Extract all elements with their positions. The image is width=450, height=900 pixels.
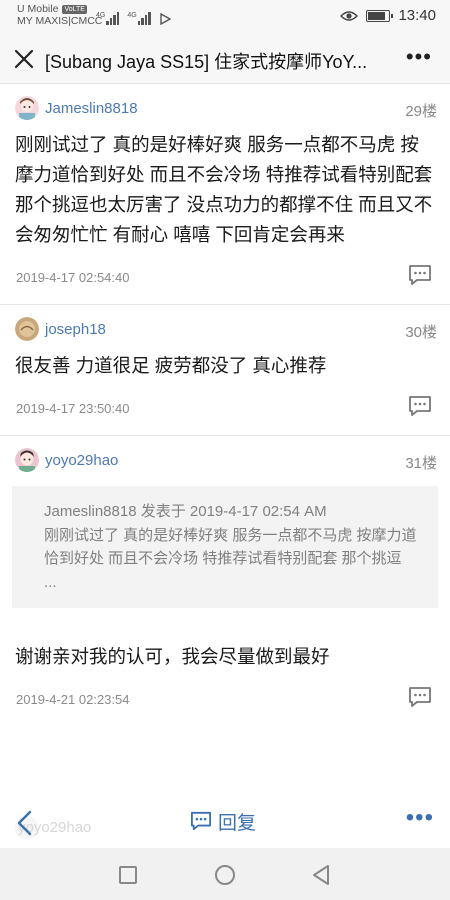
post-username[interactable]: yoyo29hao <box>45 452 118 469</box>
reply-icon <box>191 811 211 831</box>
floor-number: 30楼 <box>405 324 437 341</box>
clock: 13:40 <box>398 7 436 24</box>
post-timestamp: 2019-4-17 02:54:40 <box>16 270 130 285</box>
post-timestamp: 2019-4-21 02:23:54 <box>16 692 130 707</box>
quoted-post[interactable]: Jameslin8818 发表于 2019-4-17 02:54 AM 刚刚试过… <box>12 486 438 608</box>
network-1-label: 4G <box>96 12 106 19</box>
quote-text: 刚刚试过了 真的是好棒好爽 服务一点都不马虎 按摩力道恰到好处 而且不会冷场 特… <box>44 526 417 591</box>
bottom-action-bar: yoyo29hao 回复 ••• <box>0 800 450 848</box>
quote-header: Jameslin8818 发表于 2019-4-17 02:54 AM <box>44 503 327 520</box>
reply-button[interactable]: 回复 <box>190 806 256 836</box>
battery-icon <box>366 9 394 22</box>
carrier-2: MY MAXIS|CMCC <box>17 15 103 27</box>
system-nav-bar <box>0 848 450 900</box>
post-item: yoyo29hao 31楼 Jameslin8818 发表于 2019-4-17… <box>0 436 450 726</box>
play-notification-icon <box>159 13 171 25</box>
comment-icon[interactable] <box>408 395 432 417</box>
post-content: 很友善 力道很足 疲劳都没了 真心推荐 <box>15 355 327 376</box>
more-actions-button[interactable]: ••• <box>406 806 434 830</box>
signal-icon <box>106 11 120 25</box>
status-bar: U Mobile VoLTE MY MAXIS|CMCC 4G 4G 13:40 <box>0 0 450 34</box>
recent-apps-icon[interactable] <box>119 866 137 884</box>
carrier-1: U Mobile <box>17 3 59 15</box>
post-timestamp: 2019-4-17 23:50:40 <box>16 401 130 416</box>
avatar[interactable] <box>15 448 39 472</box>
post-item: joseph18 30楼 很友善 力道很足 疲劳都没了 真心推荐 2019-4-… <box>0 305 450 436</box>
volte-badge: VoLTE <box>62 4 87 14</box>
post-content: 刚刚试过了 真的是好棒好爽 服务一点都不马虎 按摩力道恰到好处 而且不会冷场 特… <box>15 134 433 245</box>
system-back-icon[interactable] <box>311 864 331 886</box>
post-item: Jameslin8818 29楼 刚刚试过了 真的是好棒好爽 服务一点都不马虎 … <box>0 84 450 305</box>
signal-icon <box>137 11 151 25</box>
more-options-button[interactable]: ••• <box>406 46 432 68</box>
page-title: [Subang Jaya SS15] 住家式按摩师YoY... <box>45 52 368 72</box>
title-bar: [Subang Jaya SS15] 住家式按摩师YoY... ••• <box>0 34 450 84</box>
floor-number: 31楼 <box>405 455 437 472</box>
comment-icon[interactable] <box>408 686 432 708</box>
post-username[interactable]: Jameslin8818 <box>45 100 138 117</box>
close-icon[interactable] <box>10 45 38 73</box>
comment-icon[interactable] <box>408 264 432 286</box>
back-arrow-icon[interactable] <box>14 809 36 837</box>
post-username[interactable]: joseph18 <box>45 321 106 338</box>
floor-number: 29楼 <box>405 103 437 120</box>
eye-comfort-icon <box>340 10 359 21</box>
reply-label: 回复 <box>218 812 257 834</box>
signal-icons: 4G 4G <box>96 7 171 25</box>
avatar[interactable] <box>15 96 39 120</box>
network-2-label: 4G <box>127 12 137 19</box>
avatar[interactable] <box>15 317 39 341</box>
post-list: Jameslin8818 29楼 刚刚试过了 真的是好棒好爽 服务一点都不马虎 … <box>0 84 450 800</box>
post-content: 谢谢亲对我的认可，我会尽量做到最好 <box>15 646 330 667</box>
home-icon[interactable] <box>215 865 235 885</box>
carrier-info: U Mobile VoLTE MY MAXIS|CMCC <box>17 3 102 27</box>
